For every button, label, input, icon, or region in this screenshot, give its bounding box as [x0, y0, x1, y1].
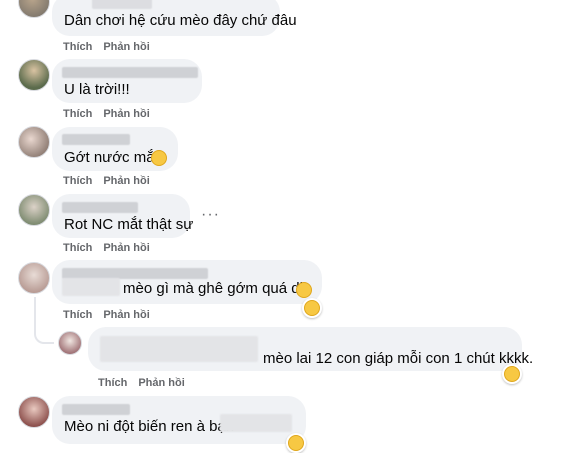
reaction-badge[interactable] [286, 433, 306, 453]
reply-actions: Thích Phản hồi [98, 377, 196, 389]
commenter-avatar[interactable] [18, 126, 50, 158]
comment-actions: Thích Phản hồi [63, 175, 161, 187]
reply-button[interactable]: Phản hồi [103, 242, 149, 254]
reply-button[interactable]: Phản hồi [138, 377, 184, 389]
comment-text: Mèo ni đột biến ren à bạn [64, 418, 235, 435]
comment-text: Dân chơi hệ cứu mèo đây chứ đâu [64, 12, 297, 29]
comment-actions: Thích Phản hồi [63, 309, 161, 321]
reply-text: mèo lai 12 con giáp mỗi con 1 chút kkkk. [263, 350, 534, 367]
commenter-name-blurred[interactable] [92, 0, 152, 9]
like-button[interactable]: Thích [63, 242, 92, 254]
commenter-avatar[interactable] [18, 0, 50, 18]
commenter-name-blurred[interactable] [62, 67, 198, 78]
reply-button[interactable]: Phản hồi [103, 175, 149, 187]
like-button[interactable]: Thích [63, 41, 92, 53]
reply-button[interactable]: Phản hồi [103, 108, 149, 120]
commenter-name-blurred[interactable] [62, 202, 138, 213]
commenter-avatar[interactable] [18, 396, 50, 428]
laughing-face-icon [504, 366, 520, 382]
comment-text: Rot NC mắt thật sự [64, 216, 194, 233]
commenter-avatar[interactable] [18, 262, 50, 294]
comment-text: Gớt nước mắt [64, 149, 159, 166]
sad-sweat-face-icon [296, 282, 312, 298]
commenter-name-blurred[interactable] [62, 404, 130, 415]
reply-thread-line [34, 297, 54, 344]
more-options-icon[interactable]: ··· [201, 206, 220, 224]
redacted-text [62, 278, 120, 296]
comment-text: mèo gì mà ghê gớm quá dị [123, 280, 303, 297]
comment-actions: Thích Phản hồi [63, 108, 161, 120]
commenter-avatar[interactable] [18, 59, 50, 91]
reply-button[interactable]: Phản hồi [103, 41, 149, 53]
reply-button[interactable]: Phản hồi [103, 309, 149, 321]
like-button[interactable]: Thích [98, 377, 127, 389]
reaction-badge[interactable] [502, 364, 522, 384]
redacted-text [220, 414, 292, 432]
comment-actions: Thích Phản hồi [63, 41, 161, 53]
comment-actions: Thích Phản hồi [63, 242, 161, 254]
commenter-avatar[interactable] [18, 194, 50, 226]
like-button[interactable]: Thích [63, 309, 92, 321]
redacted-text [100, 336, 258, 362]
laughing-face-icon [288, 435, 304, 451]
like-button[interactable]: Thích [63, 108, 92, 120]
reaction-badge[interactable] [302, 298, 322, 318]
crying-face-icon [151, 150, 167, 166]
laughing-face-icon [304, 300, 320, 316]
comment-text: U là trời!!! [64, 81, 130, 98]
like-button[interactable]: Thích [63, 175, 92, 187]
replier-avatar[interactable] [58, 331, 82, 355]
commenter-name-blurred[interactable] [62, 134, 130, 145]
